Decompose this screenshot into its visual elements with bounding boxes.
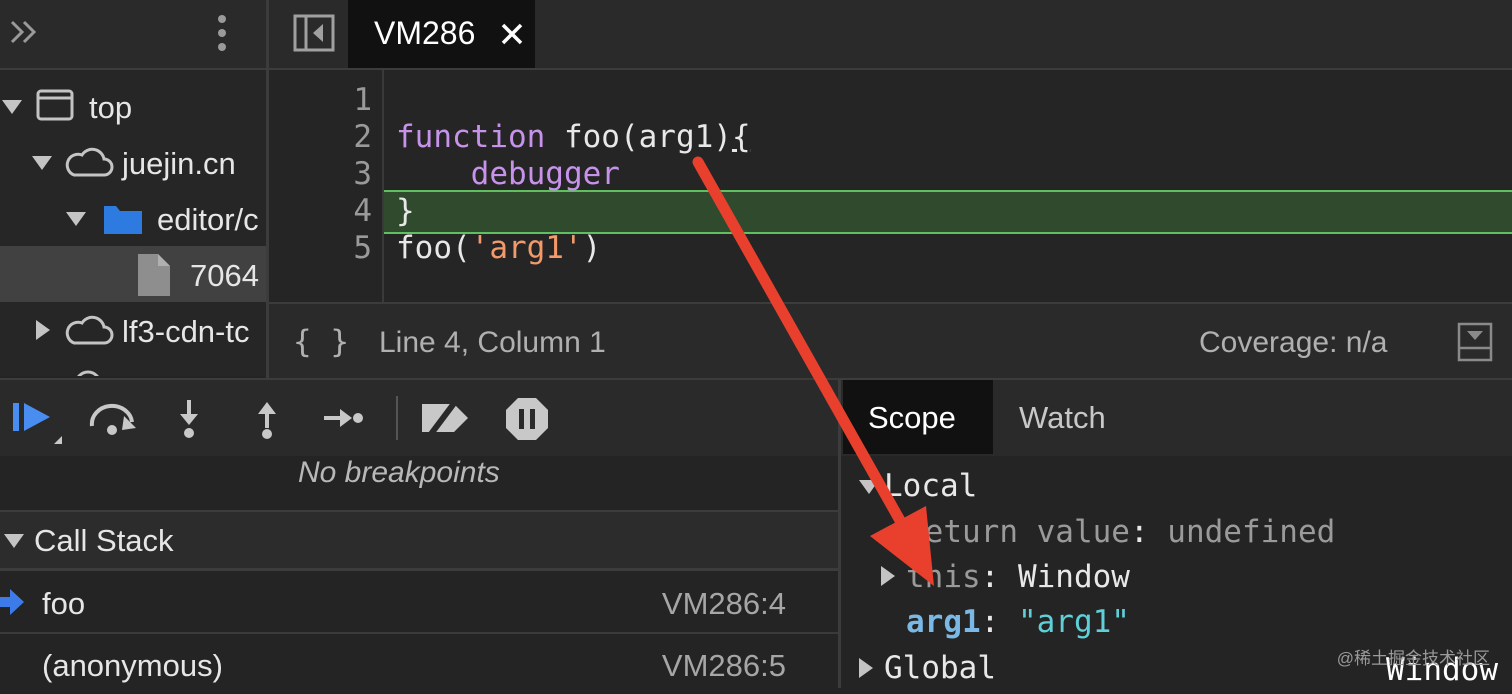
line-number[interactable]: 3 [332, 156, 372, 192]
tab-vm286[interactable]: VM286 [348, 0, 535, 68]
collapse-arrow-icon[interactable] [859, 658, 873, 678]
string-literal: 'arg1' [470, 230, 583, 266]
close-icon[interactable] [500, 22, 524, 46]
property-key: Return value [906, 514, 1130, 550]
tree-item-top[interactable]: top [0, 78, 266, 134]
scope-this[interactable]: this: Window [906, 559, 1130, 595]
globe-icon [77, 370, 99, 376]
drawer-toggle-icon[interactable] [1457, 322, 1493, 362]
step-into-icon[interactable] [172, 398, 206, 440]
tree-item-label: juejin.cn [122, 146, 236, 181]
tree-item-label: top [89, 90, 133, 125]
scope-local-title[interactable]: Local [884, 468, 977, 504]
tree-item-juejin[interactable]: juejin.cn [0, 134, 266, 190]
property-value: Window [1017, 559, 1130, 595]
property-value: "arg1" [1017, 604, 1130, 640]
code-text: foo(arg1) [545, 119, 732, 155]
code-line-5: foo('arg1') [396, 230, 601, 266]
scope-return-value: Return value: undefined [906, 514, 1336, 550]
cloud-icon [65, 315, 114, 345]
collapse-arrow-icon[interactable] [36, 320, 50, 340]
tree-item-label: 7064 [190, 258, 259, 293]
call-stack-title: Call Stack [34, 523, 174, 558]
folder-icon [104, 206, 142, 234]
keyword: function [396, 119, 546, 155]
tab-label: VM286 [374, 15, 476, 51]
frame-location[interactable]: VM286:5 [662, 648, 786, 684]
tab-watch[interactable]: Watch [1019, 400, 1106, 436]
line-number[interactable]: 5 [332, 230, 372, 266]
frame-name: (anonymous) [42, 648, 223, 683]
chevron-double-right-icon[interactable] [8, 16, 40, 48]
call-frame[interactable]: (anonymous) VM286:5 [0, 634, 838, 694]
pretty-print-icon[interactable]: { } [293, 324, 349, 360]
code-text: foo( [396, 230, 471, 266]
tree-item-editor[interactable]: editor/c [0, 190, 266, 246]
debugger-toolbar [0, 378, 838, 458]
frame-location[interactable]: VM286:4 [662, 586, 786, 622]
call-stack-header[interactable]: Call Stack [0, 512, 838, 571]
expand-arrow-icon[interactable] [2, 100, 22, 114]
keyword: debugger [470, 156, 620, 192]
tree-item-file-selected[interactable]: 7064 [0, 246, 266, 302]
frame-name: foo [42, 586, 86, 621]
collapse-arrow-icon[interactable] [881, 566, 895, 586]
code-line-2: function foo(arg1){ [396, 119, 751, 155]
code-line-4: } [396, 193, 415, 229]
breakpoints-pane: No breakpoints [0, 456, 838, 512]
property-key: arg1 [906, 604, 981, 640]
no-breakpoints-message: No breakpoints [298, 456, 500, 489]
editor-status-bar: { } Line 4, Column 1 Coverage: n/a [269, 302, 1512, 380]
coverage-status: Coverage: n/a [1199, 326, 1388, 359]
call-frame-selected[interactable]: foo VM286:4 [0, 572, 838, 634]
brace: { [731, 119, 751, 155]
code-line-3: debugger [396, 156, 620, 192]
cursor-position: Line 4, Column 1 [379, 326, 606, 359]
toolbar-separator [396, 396, 398, 440]
current-frame-arrow-icon [0, 589, 24, 615]
execution-line-highlight [384, 190, 1512, 234]
deactivate-breakpoints-icon[interactable] [418, 396, 474, 440]
navigator-header [0, 0, 266, 70]
frame-icon [36, 89, 74, 121]
file-tree: top juejin.cn editor/c 7064 lf3-cdn-tc [0, 70, 266, 376]
property-value: undefined [1167, 514, 1336, 550]
file-icon [138, 254, 170, 296]
watermark: @稀土掘金技术社区 [1336, 649, 1490, 668]
toggle-navigator-icon[interactable] [293, 14, 337, 54]
expand-arrow-icon[interactable] [66, 212, 86, 226]
tab-label: Scope [868, 400, 956, 435]
cloud-icon [65, 147, 114, 177]
line-number[interactable]: 2 [332, 119, 372, 155]
code-text: ) [582, 230, 602, 266]
line-number[interactable]: 1 [332, 82, 372, 118]
resume-icon[interactable] [10, 398, 64, 446]
line-number[interactable]: 4 [332, 193, 372, 229]
scope-global-title[interactable]: Global [884, 650, 996, 686]
tab-scope[interactable]: Scope [843, 380, 993, 454]
expand-arrow-icon[interactable] [32, 156, 52, 170]
pause-on-exceptions-icon[interactable] [504, 396, 550, 442]
tree-item-partial[interactable] [0, 358, 266, 376]
expand-arrow-icon[interactable] [859, 480, 879, 494]
gutter-divider [382, 70, 384, 302]
tree-item-lf3[interactable]: lf3-cdn-tc [0, 302, 266, 358]
step-icon[interactable] [322, 404, 366, 434]
scope-arg1: arg1: "arg1" [906, 604, 1130, 640]
step-over-icon[interactable] [86, 400, 138, 438]
tree-item-label: editor/c [157, 202, 259, 237]
expand-arrow-icon[interactable] [4, 534, 24, 548]
step-out-icon[interactable] [250, 398, 284, 440]
property-key: this [906, 559, 981, 595]
more-vertical-icon[interactable] [210, 12, 234, 54]
tree-item-label: lf3-cdn-tc [122, 314, 250, 349]
